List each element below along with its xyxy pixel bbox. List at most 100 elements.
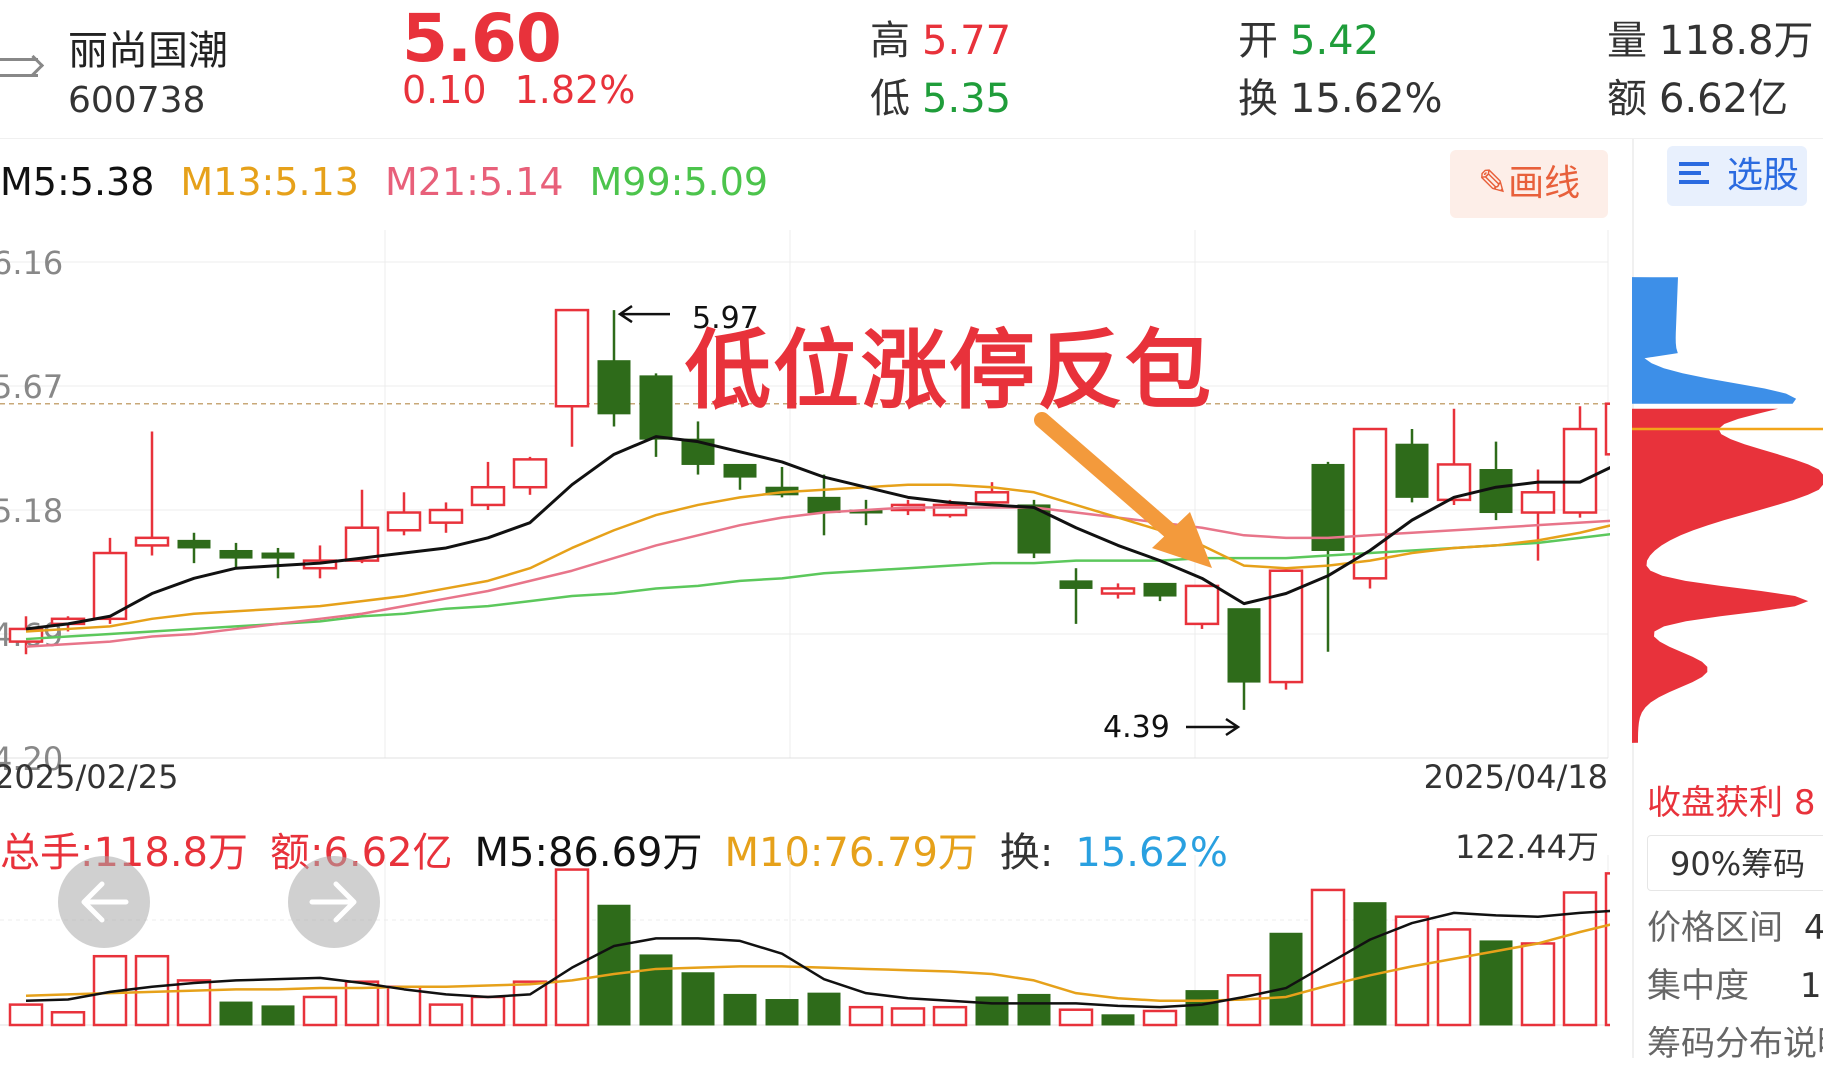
candle-body	[512, 458, 548, 489]
quote-label: 量	[1607, 18, 1647, 64]
volume-bar	[219, 1001, 253, 1026]
volume-bar	[681, 972, 715, 1026]
quote-value: 5.35	[922, 76, 1012, 122]
volume-bar	[1436, 928, 1472, 1027]
draw-line-label: 画线	[1508, 163, 1581, 204]
volume-bar	[932, 1005, 968, 1027]
stock-screener-label: 选股	[1726, 155, 1799, 196]
ma21-label: M21:5.14	[384, 160, 564, 204]
ma5-label: M5:5.38	[0, 160, 155, 204]
pencil-icon: ✎	[1477, 163, 1509, 204]
profit-ratio-value: 8	[1793, 783, 1816, 823]
quote-value: 5.42	[1290, 18, 1380, 64]
volume-bar	[554, 868, 590, 1027]
candle-body	[1562, 427, 1598, 514]
chip-area-trapped	[1632, 277, 1797, 404]
x-end-date: 2025/04/18	[1424, 758, 1608, 796]
quote-label: 换	[1238, 76, 1278, 122]
arrow-right-icon	[309, 881, 357, 923]
candle-body	[134, 536, 170, 547]
quote-amount: 额 6.62亿	[1607, 66, 1788, 124]
chip-distribution-chart[interactable]	[1632, 240, 1823, 760]
stock-name: 丽尚国潮	[68, 28, 228, 74]
price-change: 0.10 1.82%	[402, 68, 663, 112]
price-range-label: 价格区间	[1647, 908, 1783, 948]
volume-bar	[470, 995, 506, 1027]
candle-body	[1604, 402, 1610, 456]
ma-legend: M5:5.38 M13:5.13 M21:5.14 M99:5.09	[0, 160, 794, 204]
quote-header: 丽尚国潮 600738 5.60 0.10 1.82% 高 5.77 低 5.35 开…	[0, 0, 1823, 139]
y-tick-label: 6.16	[0, 244, 63, 282]
candle-body	[639, 375, 673, 440]
volume-bar	[1101, 1014, 1135, 1026]
candle-body	[470, 485, 506, 507]
volume-bar	[8, 1003, 44, 1027]
chip-explanation-link[interactable]: 筹码分布说明	[1647, 1016, 1823, 1065]
volume-bar	[807, 992, 841, 1026]
candle-body	[807, 496, 841, 514]
candle-body	[261, 552, 295, 559]
profit-ratio-title: 收盘获利 8	[1647, 775, 1815, 824]
quote-value: 118.8万	[1659, 18, 1814, 64]
volume-bar	[1017, 993, 1051, 1026]
chip-percent-selector[interactable]: 90%筹码	[1647, 835, 1823, 891]
y-tick-label: 5.18	[0, 492, 63, 530]
volume-bar	[1520, 942, 1556, 1027]
quote-value: 5.77	[922, 18, 1012, 64]
previous-button[interactable]	[58, 856, 150, 948]
candle-body	[554, 308, 590, 408]
x-start-date: 2025/02/25	[0, 758, 178, 796]
concentration-label: 集中度	[1647, 966, 1749, 1006]
quote-label: 高	[870, 18, 910, 64]
quote-low: 低 5.35	[870, 66, 1011, 124]
volume-bar	[1604, 872, 1610, 1027]
volume-chart[interactable]	[0, 855, 1610, 1030]
volume-bar	[302, 995, 338, 1027]
volume-bar	[1185, 990, 1219, 1026]
volume-bar	[428, 1003, 464, 1027]
candle-body	[1227, 608, 1261, 683]
stock-screener-button[interactable]: 选股	[1667, 146, 1807, 206]
list-icon	[1679, 162, 1709, 192]
arrow-left-icon	[81, 881, 129, 923]
volume-bar	[723, 993, 757, 1026]
volume-bar	[1394, 915, 1430, 1027]
volume-bar	[975, 996, 1009, 1026]
candle-body	[723, 463, 757, 478]
chip-area-profit	[1632, 408, 1823, 743]
volume-bar	[765, 999, 799, 1026]
low-price-label: 4.39	[1103, 710, 1170, 745]
next-button[interactable]	[288, 856, 380, 948]
quote-open: 开 5.42	[1238, 8, 1379, 66]
ma99-label: M99:5.09	[589, 160, 769, 204]
volume-bar	[50, 1011, 86, 1027]
volume-bar	[1353, 902, 1387, 1026]
ma13-label: M13:5.13	[180, 160, 359, 204]
volume-bar	[386, 985, 422, 1027]
menu-icon[interactable]	[0, 44, 45, 88]
price-range-value: 4	[1803, 908, 1823, 948]
change-percent: 1.82%	[514, 68, 636, 112]
candle-body	[177, 539, 211, 549]
candle-body	[1143, 582, 1177, 597]
candle	[1352, 427, 1388, 589]
last-price: 5.60	[402, 0, 562, 77]
volume-bar	[848, 1005, 884, 1027]
quote-label: 额	[1607, 76, 1647, 122]
volume-bar	[1058, 1008, 1094, 1027]
y-tick-label: 5.67	[0, 368, 63, 406]
candle-body	[1059, 580, 1093, 589]
volume-bar	[639, 954, 673, 1026]
concentration-value: 1	[1799, 966, 1822, 1006]
candle-body	[1100, 587, 1136, 595]
annotation-text: 低位涨停反包	[685, 321, 1213, 421]
quote-label: 低	[870, 76, 910, 122]
quote-label: 开	[1238, 18, 1278, 64]
volume-bar	[261, 1005, 295, 1026]
stock-code: 600738	[68, 80, 206, 121]
volume-bar	[1269, 932, 1303, 1026]
draw-line-button[interactable]: ✎画线	[1450, 150, 1608, 218]
candle-body	[428, 508, 464, 524]
candle-body	[1184, 584, 1220, 626]
volume-bar	[1142, 1009, 1178, 1027]
